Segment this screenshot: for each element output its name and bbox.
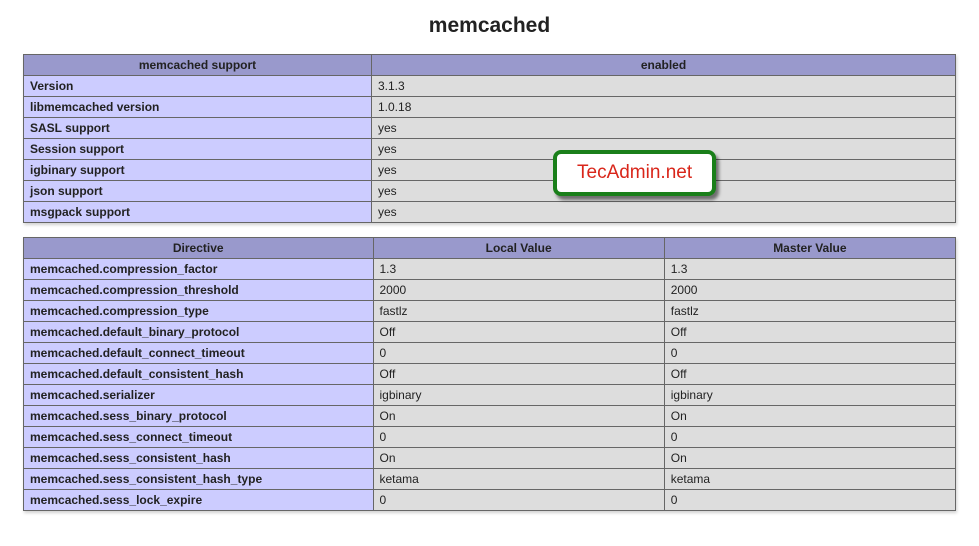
directive-name: memcached.compression_type — [24, 301, 374, 322]
table-row: memcached.sess_consistent_hashOnOn — [24, 448, 956, 469]
directive-name: SASL support — [24, 118, 372, 139]
table-row: json supportyes — [24, 181, 956, 202]
directive-value: 3.1.3 — [372, 76, 956, 97]
table-row: Version3.1.3 — [24, 76, 956, 97]
directive-name: memcached.compression_threshold — [24, 280, 374, 301]
directive-value: 1.0.18 — [372, 97, 956, 118]
master-value: 0 — [664, 343, 955, 364]
table-row: memcached.default_connect_timeout00 — [24, 343, 956, 364]
directive-name: memcached.sess_connect_timeout — [24, 427, 374, 448]
table-row: memcached.serializerigbinaryigbinary — [24, 385, 956, 406]
directive-name: memcached.sess_lock_expire — [24, 490, 374, 511]
directive-name: memcached.serializer — [24, 385, 374, 406]
watermark-badge: TecAdmin.net — [553, 150, 716, 196]
support-table: memcached support enabled Version3.1.3li… — [23, 54, 956, 223]
directive-name: memcached.default_connect_timeout — [24, 343, 374, 364]
directive-name: libmemcached version — [24, 97, 372, 118]
table-row: memcached.default_consistent_hashOffOff — [24, 364, 956, 385]
local-value: On — [373, 448, 664, 469]
master-value: On — [664, 448, 955, 469]
directive-name: memcached.sess_consistent_hash — [24, 448, 374, 469]
master-value: fastlz — [664, 301, 955, 322]
table-row: libmemcached version1.0.18 — [24, 97, 956, 118]
local-value: 0 — [373, 490, 664, 511]
directive-value: yes — [372, 118, 956, 139]
directive-name: json support — [24, 181, 372, 202]
table-row: memcached.sess_lock_expire00 — [24, 490, 956, 511]
local-value: 2000 — [373, 280, 664, 301]
local-value: fastlz — [373, 301, 664, 322]
local-value: On — [373, 406, 664, 427]
directive-name: msgpack support — [24, 202, 372, 223]
master-value-header: Master Value — [664, 238, 955, 259]
table-row: SASL supportyes — [24, 118, 956, 139]
local-value: 0 — [373, 343, 664, 364]
master-value: 2000 — [664, 280, 955, 301]
table-row: memcached.sess_connect_timeout00 — [24, 427, 956, 448]
local-value: 0 — [373, 427, 664, 448]
local-value: igbinary — [373, 385, 664, 406]
directive-name: memcached.sess_consistent_hash_type — [24, 469, 374, 490]
directive-table: Directive Local Value Master Value memca… — [23, 237, 956, 511]
table-row: memcached.compression_typefastlzfastlz — [24, 301, 956, 322]
directive-name: memcached.compression_factor — [24, 259, 374, 280]
directive-name: Session support — [24, 139, 372, 160]
directive-name: memcached.default_binary_protocol — [24, 322, 374, 343]
local-value: Off — [373, 364, 664, 385]
master-value: 0 — [664, 490, 955, 511]
table-row: memcached.compression_factor1.31.3 — [24, 259, 956, 280]
support-header-right: enabled — [372, 55, 956, 76]
table-row: memcached.sess_binary_protocolOnOn — [24, 406, 956, 427]
master-value: 0 — [664, 427, 955, 448]
table-row: msgpack supportyes — [24, 202, 956, 223]
master-value: Off — [664, 364, 955, 385]
master-value: igbinary — [664, 385, 955, 406]
directive-value: yes — [372, 202, 956, 223]
directive-name: igbinary support — [24, 160, 372, 181]
master-value: ketama — [664, 469, 955, 490]
table-row: memcached.compression_threshold20002000 — [24, 280, 956, 301]
local-value: 1.3 — [373, 259, 664, 280]
support-header-left: memcached support — [24, 55, 372, 76]
local-value: Off — [373, 322, 664, 343]
page-title: memcached — [23, 14, 956, 38]
master-value: On — [664, 406, 955, 427]
table-row: memcached.default_binary_protocolOffOff — [24, 322, 956, 343]
directive-name: Version — [24, 76, 372, 97]
directive-name: memcached.default_consistent_hash — [24, 364, 374, 385]
table-row: Session supportyes — [24, 139, 956, 160]
directive-header: Directive — [24, 238, 374, 259]
master-value: Off — [664, 322, 955, 343]
local-value: ketama — [373, 469, 664, 490]
directive-name: memcached.sess_binary_protocol — [24, 406, 374, 427]
table-row: memcached.sess_consistent_hash_typeketam… — [24, 469, 956, 490]
table-row: igbinary supportyes — [24, 160, 956, 181]
master-value: 1.3 — [664, 259, 955, 280]
local-value-header: Local Value — [373, 238, 664, 259]
